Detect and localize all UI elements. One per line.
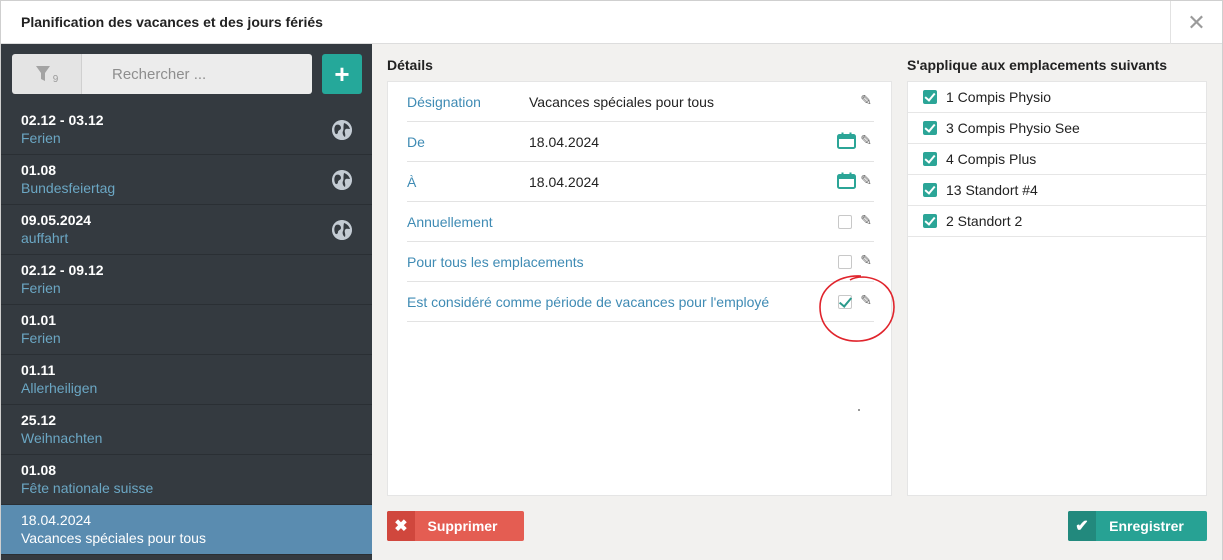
holiday-list-item[interactable]: 01.11 Allerheiligen bbox=[1, 355, 372, 405]
holiday-list-item[interactable]: 18.04.2024 Vacances spéciales pour tous bbox=[1, 505, 372, 555]
location-label: 2 Standort 2 bbox=[946, 213, 1023, 229]
all-locations-checkbox[interactable] bbox=[838, 255, 852, 269]
checkmark-icon: ✔ bbox=[1068, 511, 1096, 541]
annually-row: Annuellement ✎ bbox=[407, 202, 874, 242]
pencil-icon[interactable]: ✎ bbox=[860, 92, 872, 109]
globe-icon bbox=[332, 170, 352, 190]
details-title: Détails bbox=[387, 57, 433, 73]
to-row: À 18.04.2024 ✎ bbox=[407, 162, 874, 202]
holiday-list-item[interactable]: 25.12 Weihnachten bbox=[1, 405, 372, 455]
pencil-icon[interactable]: ✎ bbox=[860, 172, 872, 189]
designation-label: Désignation bbox=[407, 94, 481, 110]
location-label: 1 Compis Physio bbox=[946, 89, 1052, 105]
location-label: 13 Standort #4 bbox=[946, 182, 1038, 198]
holiday-date: 09.05.2024 bbox=[21, 212, 92, 228]
location-label: 3 Compis Physio See bbox=[946, 120, 1080, 136]
annually-checkbox[interactable] bbox=[838, 215, 852, 229]
locations-title: S'applique aux emplacements suivants bbox=[907, 57, 1168, 73]
holiday-list-item[interactable]: 01.08 Bundesfeiertag bbox=[1, 155, 372, 205]
holiday-list-item[interactable]: 02.12 - 09.12 Ferien bbox=[1, 255, 372, 305]
search-input[interactable] bbox=[82, 54, 312, 94]
pencil-icon[interactable]: ✎ bbox=[860, 252, 872, 269]
location-label: 4 Compis Plus bbox=[946, 151, 1037, 167]
dialog-window: Planification des vacances et des jours … bbox=[0, 0, 1223, 560]
holiday-date: 02.12 - 09.12 bbox=[21, 262, 104, 278]
holiday-date: 01.11 bbox=[21, 362, 56, 378]
vacation-period-row: Est considéré comme période de vacances … bbox=[407, 282, 874, 322]
location-item: 4 Compis Plus bbox=[908, 144, 1206, 175]
filter-count: 9 bbox=[52, 73, 59, 85]
location-checkbox[interactable] bbox=[923, 214, 937, 228]
close-icon[interactable]: ✕ bbox=[1170, 1, 1222, 44]
from-row: De 18.04.2024 ✎ bbox=[407, 122, 874, 162]
designation-row: Désignation Vacances spéciales pour tous… bbox=[407, 82, 874, 122]
dialog-title: Planification des vacances et des jours … bbox=[21, 14, 323, 30]
x-icon: ✖ bbox=[387, 511, 415, 541]
location-checkbox[interactable] bbox=[923, 183, 937, 197]
globe-icon bbox=[332, 220, 352, 240]
location-item: 3 Compis Physio See bbox=[908, 113, 1206, 144]
holiday-list-item[interactable]: 02.12 - 03.12 Ferien bbox=[1, 105, 372, 155]
search-bar: 9 + bbox=[1, 44, 372, 105]
holiday-name: Bundesfeiertag bbox=[21, 180, 116, 196]
add-holiday-button[interactable]: + bbox=[322, 54, 362, 94]
holiday-date: 02.12 - 03.12 bbox=[21, 112, 104, 128]
location-checkbox[interactable] bbox=[923, 152, 937, 166]
dialog-titlebar: Planification des vacances et des jours … bbox=[1, 1, 1222, 44]
vacation-period-label: Est considéré comme période de vacances … bbox=[407, 294, 770, 310]
from-value: 18.04.2024 bbox=[529, 134, 600, 150]
to-value: 18.04.2024 bbox=[529, 174, 600, 190]
holiday-name: Ferien bbox=[21, 330, 61, 346]
holiday-name: auffahrt bbox=[21, 230, 69, 246]
main-panel: Détails Désignation Vacances spéciales p… bbox=[372, 44, 1222, 560]
holiday-date: 01.01 bbox=[21, 312, 57, 328]
holiday-list-item[interactable]: 09.05.2024 auffahrt bbox=[1, 205, 372, 255]
delete-button[interactable]: ✖ Supprimer bbox=[387, 511, 524, 541]
locations-list: 1 Compis Physio 3 Compis Physio See 4 Comp… bbox=[907, 81, 1207, 496]
calendar-icon[interactable] bbox=[837, 132, 856, 149]
to-label: À bbox=[407, 174, 417, 190]
delete-label: Supprimer bbox=[427, 518, 498, 534]
save-button[interactable]: ✔ Enregistrer bbox=[1068, 511, 1207, 541]
holiday-sidebar: 9 + 02.12 - 03.12 Ferien 01.08 Bundesfeiert… bbox=[1, 44, 372, 560]
pencil-icon[interactable]: ✎ bbox=[860, 212, 872, 229]
holiday-list-item[interactable]: 01.08 Fête nationale suisse bbox=[1, 455, 372, 505]
details-form: Désignation Vacances spéciales pour tous… bbox=[387, 81, 892, 496]
holiday-name: Fête nationale suisse bbox=[21, 480, 154, 496]
filter-button[interactable]: 9 bbox=[12, 54, 82, 94]
holiday-date: 01.08 bbox=[21, 162, 57, 178]
save-label: Enregistrer bbox=[1109, 518, 1184, 534]
all-locations-label: Pour tous les emplacements bbox=[407, 254, 584, 270]
pencil-icon[interactable]: ✎ bbox=[860, 292, 872, 309]
holiday-list: 02.12 - 03.12 Ferien 01.08 Bundesfeiertag 09… bbox=[1, 105, 372, 555]
vacation-period-checkbox[interactable] bbox=[838, 295, 852, 309]
stray-dot bbox=[858, 409, 860, 411]
location-item: 2 Standort 2 bbox=[908, 206, 1206, 237]
holiday-date: 18.04.2024 bbox=[21, 512, 92, 528]
holiday-date: 25.12 bbox=[21, 412, 57, 428]
location-item: 1 Compis Physio bbox=[908, 82, 1206, 113]
location-checkbox[interactable] bbox=[923, 90, 937, 104]
holiday-list-item[interactable]: 01.01 Ferien bbox=[1, 305, 372, 355]
designation-value: Vacances spéciales pour tous bbox=[529, 94, 714, 110]
location-checkbox[interactable] bbox=[923, 121, 937, 135]
holiday-name: Vacances spéciales pour tous bbox=[21, 530, 206, 546]
from-label: De bbox=[407, 134, 425, 150]
filter-icon bbox=[35, 66, 50, 81]
holiday-name: Weihnachten bbox=[21, 430, 103, 446]
pencil-icon[interactable]: ✎ bbox=[860, 132, 872, 149]
globe-icon bbox=[332, 120, 352, 140]
holiday-name: Allerheiligen bbox=[21, 380, 98, 396]
holiday-name: Ferien bbox=[21, 280, 61, 296]
location-item: 13 Standort #4 bbox=[908, 175, 1206, 206]
all-locations-row: Pour tous les emplacements ✎ bbox=[407, 242, 874, 282]
annually-label: Annuellement bbox=[407, 214, 493, 230]
calendar-icon[interactable] bbox=[837, 172, 856, 189]
holiday-name: Ferien bbox=[21, 130, 61, 146]
holiday-date: 01.08 bbox=[21, 462, 57, 478]
